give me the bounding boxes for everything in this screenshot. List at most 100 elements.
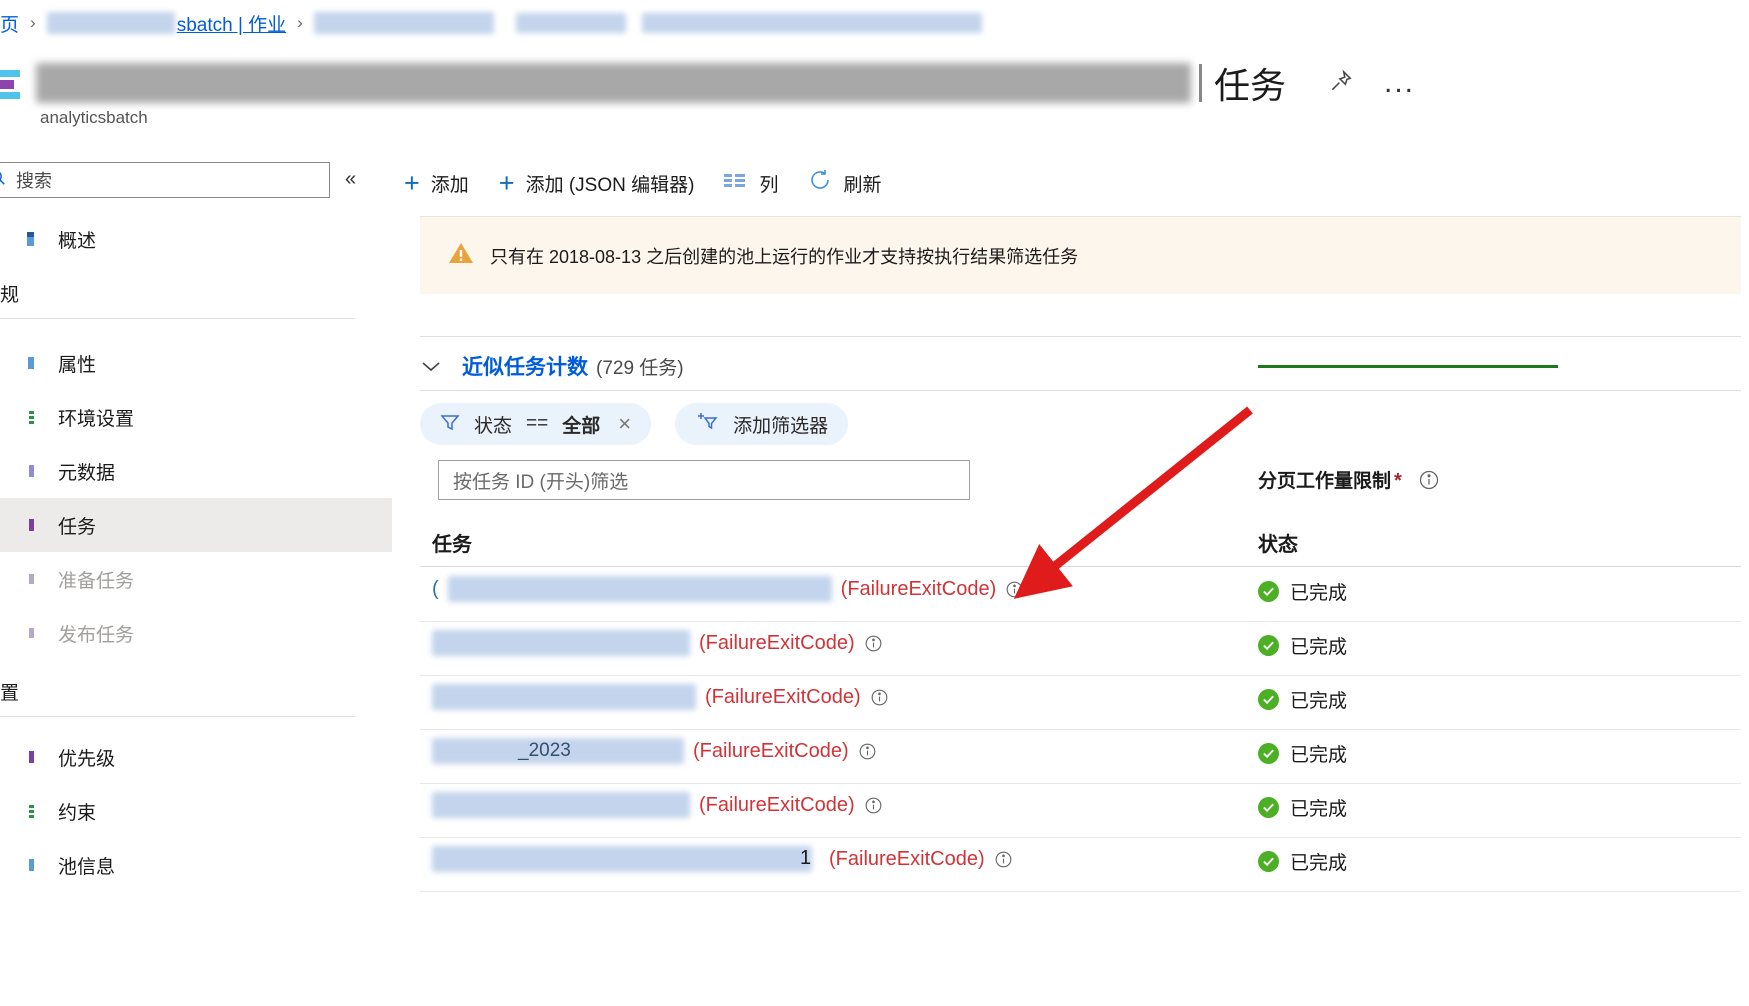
success-icon bbox=[1258, 851, 1279, 872]
table-row[interactable]: (FailureExitCode) 已完成 bbox=[420, 622, 1741, 676]
section-title[interactable]: 近似任务计数 bbox=[462, 351, 588, 381]
task-name-cell[interactable]: ( (FailureExitCode) bbox=[432, 576, 1024, 602]
task-failure-label: (FailureExitCode) bbox=[693, 739, 849, 762]
sidebar-item-properties[interactable]: 属性 bbox=[0, 336, 392, 390]
task-status-label: 已完成 bbox=[1290, 691, 1348, 712]
release-task-icon bbox=[0, 624, 36, 642]
breadcrumb-item-job[interactable]: sbatch | 作业 bbox=[46, 10, 286, 37]
info-icon[interactable] bbox=[870, 688, 889, 707]
plus-icon: + bbox=[498, 168, 515, 198]
filter-icon bbox=[440, 413, 460, 436]
filter-pill-row: 状态 == 全部 × 添加筛选器 bbox=[420, 400, 849, 448]
task-status-cell: 已完成 bbox=[1258, 740, 1347, 767]
sidebar-item-priority[interactable]: 优先级 bbox=[0, 730, 392, 784]
remove-filter-icon[interactable]: × bbox=[618, 411, 631, 437]
table-row[interactable]: ( (FailureExitCode) 已完成 bbox=[420, 568, 1741, 622]
task-failure-label: (FailureExitCode) bbox=[840, 577, 997, 600]
info-icon[interactable] bbox=[1418, 469, 1440, 491]
task-name-cell[interactable]: _2023 (FailureExitCode) bbox=[432, 738, 877, 764]
refresh-button[interactable]: 刷新 bbox=[796, 159, 899, 207]
page-root: 页 › sbatch | 作业 › 任务 ... analyticsbatch … bbox=[0, 0, 1749, 1006]
divider bbox=[420, 390, 1741, 391]
redacted-task-name bbox=[432, 792, 690, 818]
success-icon bbox=[1258, 689, 1279, 710]
search-input-placeholder: 搜索 bbox=[16, 171, 52, 191]
approx-task-count-section[interactable]: 近似任务计数 (729 任务) bbox=[420, 342, 684, 390]
sidebar-item-pool-info[interactable]: 池信息 bbox=[0, 838, 392, 892]
task-id-filter-placeholder: 按任务 ID (开头)筛选 bbox=[453, 471, 629, 493]
info-icon[interactable] bbox=[994, 850, 1013, 869]
task-status-cell: 已完成 bbox=[1258, 794, 1347, 821]
table-row[interactable]: _2023 (FailureExitCode) 已完成 bbox=[420, 730, 1741, 784]
column-header-task[interactable]: 任务 bbox=[432, 528, 472, 557]
sidebar-item-constraints[interactable]: 约束 bbox=[0, 784, 392, 838]
sidebar-item-prep-task[interactable]: 准备任务 bbox=[0, 552, 392, 606]
breadcrumb-job-link[interactable]: sbatch | 作业 bbox=[177, 10, 286, 37]
main-content: + 添加 + 添加 (JSON 编辑器) 列 刷新 只有在 2018-08-13… bbox=[392, 150, 1749, 1006]
pin-icon[interactable] bbox=[1328, 68, 1354, 99]
add-filter-button[interactable]: 添加筛选器 bbox=[675, 403, 849, 445]
sidebar-item-label: 优先级 bbox=[58, 748, 116, 770]
breadcrumb-separator-1: › bbox=[30, 13, 36, 32]
sidebar-item-tasks[interactable]: 任务 bbox=[0, 498, 392, 552]
plus-icon: + bbox=[404, 168, 420, 198]
sidebar-item-overview[interactable]: 概述 bbox=[0, 212, 392, 266]
table-row[interactable]: (FailureExitCode) 已完成 bbox=[420, 676, 1741, 730]
task-status-label: 已完成 bbox=[1290, 583, 1348, 604]
section-count: (729 任务) bbox=[596, 357, 684, 379]
sidebar-item-metadata[interactable]: 元数据 bbox=[0, 444, 392, 498]
more-options-icon[interactable]: ... bbox=[1384, 68, 1415, 98]
sidebar-item-release-task[interactable]: 发布任务 bbox=[0, 606, 392, 660]
sidebar-search[interactable]: 搜索 bbox=[0, 162, 330, 198]
info-icon[interactable] bbox=[864, 634, 883, 653]
sidebar-item-label: 池信息 bbox=[58, 856, 116, 878]
refresh-button-label: 刷新 bbox=[843, 174, 882, 196]
task-name-cell[interactable]: (FailureExitCode) bbox=[432, 792, 883, 818]
sidebar-group-label: 规 bbox=[0, 285, 20, 306]
sidebar-group-general: 规 bbox=[0, 280, 392, 319]
overview-icon bbox=[0, 230, 36, 248]
sidebar-group-label: 置 bbox=[0, 683, 20, 704]
breadcrumb-home-link[interactable]: 页 bbox=[0, 10, 19, 37]
task-status-label: 已完成 bbox=[1290, 799, 1348, 820]
sidebar-item-label: 概述 bbox=[58, 230, 97, 252]
status-filter-pill[interactable]: 状态 == 全部 × bbox=[420, 403, 652, 445]
table-row[interactable]: (FailureExitCode) 已完成 bbox=[420, 784, 1741, 838]
table-header: 任务 状态 bbox=[420, 520, 1741, 568]
redacted-breadcrumb-current-3 bbox=[641, 13, 982, 33]
info-icon[interactable] bbox=[858, 742, 877, 761]
chevron-down-icon[interactable] bbox=[420, 353, 442, 379]
filter-operator: == bbox=[526, 413, 549, 434]
pool-info-icon bbox=[0, 856, 36, 874]
task-failure-label: (FailureExitCode) bbox=[699, 631, 855, 654]
task-name-cell[interactable]: (FailureExitCode) bbox=[432, 630, 883, 656]
info-icon[interactable] bbox=[864, 796, 883, 815]
columns-button[interactable]: 列 bbox=[712, 159, 796, 207]
divider bbox=[0, 716, 355, 717]
page-title-suffix: 任务 bbox=[1214, 65, 1287, 106]
title-divider bbox=[1199, 64, 1202, 102]
sidebar-item-environment[interactable]: 环境设置 bbox=[0, 390, 392, 444]
task-name-cell[interactable]: (FailureExitCode) bbox=[432, 684, 889, 710]
add-json-editor-button[interactable]: + 添加 (JSON 编辑器) bbox=[487, 159, 713, 207]
task-id-filter-input[interactable]: 按任务 ID (开头)筛选 bbox=[438, 460, 970, 500]
task-failure-label: (FailureExitCode) bbox=[829, 847, 985, 870]
divider bbox=[420, 891, 1741, 892]
table-row[interactable]: 1 (FailureExitCode) 已完成 bbox=[420, 838, 1741, 892]
add-button[interactable]: + 添加 bbox=[392, 159, 487, 207]
sidebar-item-label: 准备任务 bbox=[58, 570, 135, 592]
column-header-status[interactable]: 状态 bbox=[1258, 528, 1298, 557]
breadcrumb-separator-2: › bbox=[297, 13, 303, 32]
sidebar-item-label: 环境设置 bbox=[58, 408, 135, 430]
sidebar-item-label: 约束 bbox=[58, 802, 97, 824]
sidebar-item-label: 属性 bbox=[58, 354, 97, 376]
collapse-sidebar-icon[interactable]: « bbox=[345, 168, 356, 191]
sidebar-item-label: 元数据 bbox=[58, 462, 116, 484]
task-name-cell[interactable]: 1 (FailureExitCode) bbox=[432, 846, 1013, 872]
task-failure-label: (FailureExitCode) bbox=[705, 685, 861, 708]
columns-icon bbox=[724, 172, 748, 194]
page-title: 任务 bbox=[0, 57, 1286, 109]
sidebar: 搜索 « 概述 规 属性 环境设置 元数据 任务 准备任务 发布任务 置 优先级… bbox=[0, 150, 392, 1006]
info-icon[interactable] bbox=[1005, 580, 1024, 599]
redacted-breadcrumb-current bbox=[313, 12, 494, 34]
